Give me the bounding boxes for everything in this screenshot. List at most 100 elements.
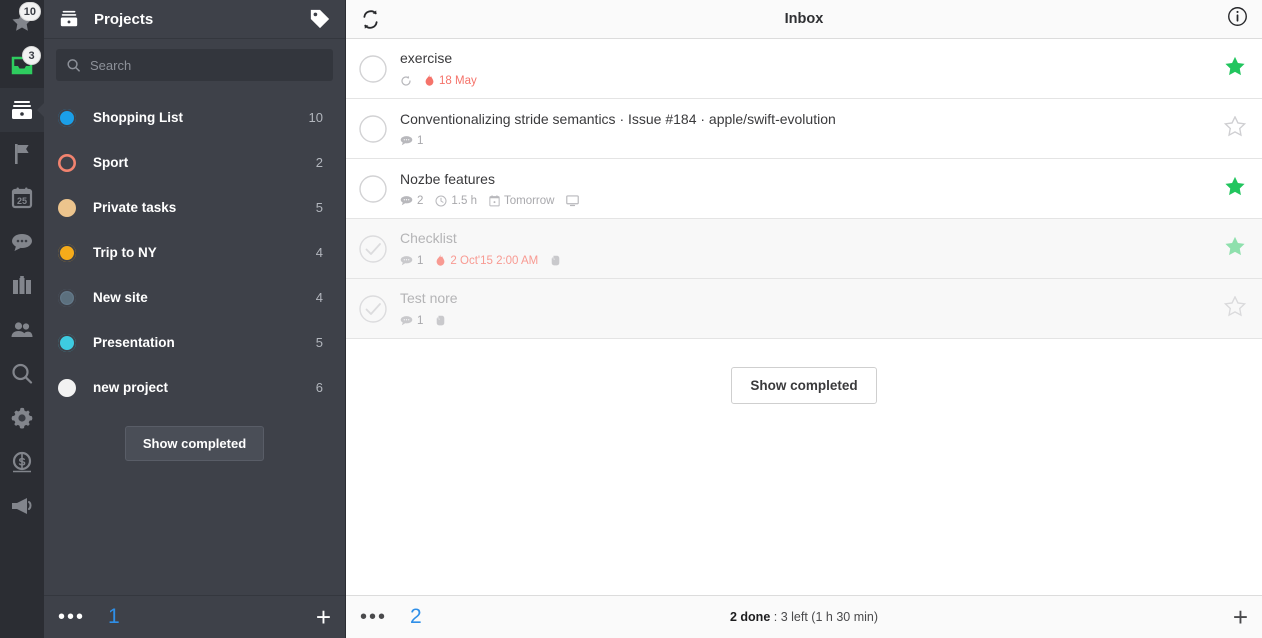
dollar-icon: S xyxy=(12,451,32,473)
status-separator: : xyxy=(773,610,778,624)
app-window: 10 3 25 Projects Search Shopping List 10… xyxy=(0,0,1262,638)
rail-item-comments[interactable] xyxy=(0,220,44,264)
task-body: exercise 18 May xyxy=(400,50,1214,87)
sidebar-item-new-site[interactable]: New site 4 xyxy=(44,275,345,320)
sidebar-item-presentation[interactable]: Presentation 5 xyxy=(44,320,345,365)
circle-icon xyxy=(359,114,387,143)
rail-item-priority-star[interactable]: 10 xyxy=(0,0,44,44)
gear-icon xyxy=(11,407,33,429)
task-title: Checklist xyxy=(400,230,457,246)
rail-item-announcements[interactable] xyxy=(0,484,44,528)
evernote-icon xyxy=(551,255,560,266)
task-checkbox[interactable] xyxy=(358,234,388,264)
circle-icon xyxy=(359,174,387,203)
project-label: Private tasks xyxy=(93,200,177,215)
project-color-dot xyxy=(58,154,76,172)
task-star-button[interactable] xyxy=(1223,294,1248,322)
rail-item-team[interactable] xyxy=(0,308,44,352)
task-list: exercise 18 May Conventionalizing stride… xyxy=(346,39,1262,339)
task-checkbox[interactable] xyxy=(358,174,388,204)
task-row[interactable]: Conventionalizing stride semantics · Iss… xyxy=(346,99,1262,159)
archive-icon xyxy=(60,10,78,27)
project-count: 2 xyxy=(315,155,323,170)
search-input[interactable] xyxy=(90,57,323,73)
star-icon xyxy=(1225,236,1245,255)
task-checkbox[interactable] xyxy=(358,54,388,84)
project-list: Shopping List 10 Sport 2 Private tasks 5… xyxy=(44,87,345,410)
sidebar-add-button[interactable]: + xyxy=(316,604,331,630)
project-color-dot xyxy=(58,288,76,307)
comment-icon xyxy=(400,316,413,326)
project-count: 4 xyxy=(315,245,323,260)
rail-item-search[interactable] xyxy=(0,352,44,396)
comment-icon xyxy=(400,196,413,206)
meta-evernote xyxy=(435,314,446,327)
task-star-button[interactable] xyxy=(1224,176,1248,202)
task-meta: 2 1.5 h Tomorrow xyxy=(400,195,1214,207)
flame-icon xyxy=(425,74,434,86)
comment-icon xyxy=(400,256,413,266)
repeat-icon xyxy=(401,75,411,86)
megaphone-icon xyxy=(12,498,32,514)
project-label: Shopping List xyxy=(93,110,183,125)
meta-date: Tomorrow xyxy=(489,195,554,207)
sidebar-item-sport[interactable]: Sport 2 xyxy=(44,140,345,185)
task-star-button[interactable] xyxy=(1224,56,1248,82)
rail-item-billing[interactable]: S xyxy=(0,440,44,484)
meta-repeat xyxy=(400,75,412,87)
meta-comments: 1 xyxy=(400,315,423,327)
main-more-menu-button[interactable]: ••• xyxy=(360,607,387,627)
main-add-button[interactable]: + xyxy=(1233,604,1248,630)
sidebar-item-shopping-list[interactable]: Shopping List 10 xyxy=(44,95,345,140)
search-icon xyxy=(12,363,33,384)
meta-text: Tomorrow xyxy=(503,194,555,207)
task-meta: 1 xyxy=(400,314,1214,327)
sidebar-item-new-project[interactable]: new project 6 xyxy=(44,365,345,410)
main-header: Inbox xyxy=(346,0,1262,39)
check-circle-icon xyxy=(359,234,387,263)
footer-status: 2 done : 3 left (1 h 30 min) xyxy=(346,610,1262,624)
task-row[interactable]: Nozbe features 2 1.5 h Tomorrow xyxy=(346,159,1262,219)
task-row[interactable]: Test nore 1 xyxy=(346,279,1262,339)
rail-item-inbox[interactable]: 3 xyxy=(0,44,44,88)
project-color-dot xyxy=(58,378,76,397)
refresh-icon[interactable] xyxy=(360,9,381,30)
task-star-button[interactable] xyxy=(1223,114,1248,142)
info-button[interactable] xyxy=(1227,6,1248,32)
star-icon xyxy=(1225,56,1245,75)
circle-icon xyxy=(359,54,387,83)
project-label: Trip to NY xyxy=(93,245,157,260)
main-title: Inbox xyxy=(784,11,824,27)
task-checkbox[interactable] xyxy=(358,294,388,324)
search-box[interactable] xyxy=(56,49,333,81)
rail-item-calendar[interactable]: 25 xyxy=(0,176,44,220)
task-row[interactable]: Checklist 1 2 Oct'15 2:00 AM xyxy=(346,219,1262,279)
task-title: Test nore xyxy=(400,290,458,306)
calendar-icon: 25 xyxy=(11,187,33,209)
meta-due-date: 2 Oct'15 2:00 AM xyxy=(435,254,538,267)
main-show-completed-button[interactable]: Show completed xyxy=(731,367,877,404)
rail-item-briefcase[interactable] xyxy=(0,264,44,308)
task-checkbox[interactable] xyxy=(358,114,388,144)
sidebar-show-completed-container: Show completed xyxy=(44,410,345,461)
meta-text: 18 May xyxy=(439,74,477,87)
task-row[interactable]: exercise 18 May xyxy=(346,39,1262,99)
sidebar-item-private-tasks[interactable]: Private tasks 5 xyxy=(44,185,345,230)
people-icon xyxy=(11,322,33,337)
icon-rail: 10 3 25 xyxy=(0,0,44,638)
sidebar-item-trip-to-ny[interactable]: Trip to NY 4 xyxy=(44,230,345,275)
task-title: Nozbe features xyxy=(400,170,495,187)
rail-item-settings[interactable] xyxy=(0,396,44,440)
task-title: Conventionalizing stride semantics · Iss… xyxy=(400,110,836,127)
meta-comments: 2 xyxy=(400,195,423,207)
tag-icon[interactable] xyxy=(309,8,331,30)
search-icon xyxy=(67,58,80,72)
rail-item-projects[interactable] xyxy=(0,88,44,132)
sidebar-pane-number: 1 xyxy=(108,605,120,628)
sidebar-show-completed-button[interactable]: Show completed xyxy=(124,426,265,461)
project-color-dot xyxy=(58,198,76,217)
task-meta: 1 xyxy=(400,135,1214,147)
rail-item-flag[interactable] xyxy=(0,132,44,176)
sidebar-more-menu-button[interactable]: ••• xyxy=(58,607,85,627)
task-star-button[interactable] xyxy=(1224,236,1248,262)
